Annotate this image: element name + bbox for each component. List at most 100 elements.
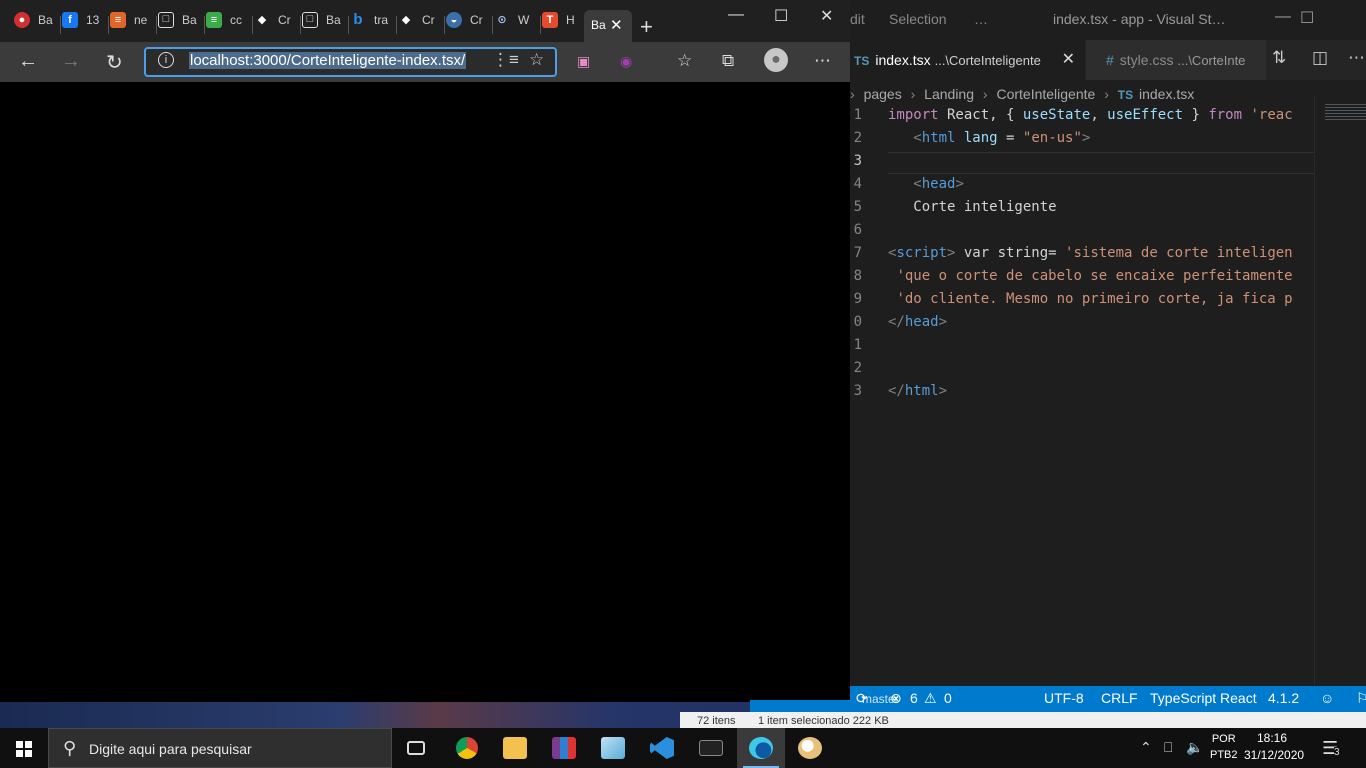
tab-index-tsx[interactable]: TS index.tsx ...\CorteInteligente ✕ (850, 40, 1085, 80)
language-mode[interactable]: TypeScript React (1150, 690, 1257, 706)
menu-more[interactable]: … (974, 11, 988, 27)
extension-icon[interactable]: ▣ (577, 53, 590, 70)
menu-selection[interactable]: Selection (889, 11, 947, 27)
browser-tab[interactable]: ◆ Cr (254, 12, 301, 42)
warning-icon[interactable]: ⚠ (924, 690, 937, 707)
minimize-icon[interactable]: — (1275, 8, 1291, 26)
encoding-label[interactable]: UTF-8 (1044, 690, 1084, 706)
typescript-icon: TS (854, 54, 870, 68)
collections-icon[interactable]: ⧉ (722, 51, 734, 71)
paint3d-app[interactable] (786, 728, 834, 768)
tab-style-css[interactable]: # style.css ...\CorteInte (1086, 40, 1266, 80)
editor-tabs: TS index.tsx ...\CorteInteligente ✕ # style… (850, 40, 1366, 80)
browser-tab[interactable]: □ Ba (158, 12, 205, 42)
star-icon[interactable]: ☆ (529, 50, 544, 70)
breadcrumb-pages[interactable]: pages (864, 86, 902, 102)
start-button[interactable] (0, 728, 48, 768)
winrar-app[interactable] (540, 728, 588, 768)
browser-tab[interactable]: b tra (350, 12, 397, 42)
more-actions-icon[interactable]: ⋯ (1348, 48, 1365, 68)
browser-tab[interactable]: ● Ba (14, 12, 61, 42)
split-editor-icon[interactable]: ◫ (1312, 48, 1328, 68)
browser-tab[interactable]: f 13 (62, 12, 109, 42)
minimap[interactable] (1314, 96, 1366, 686)
paint-app[interactable] (589, 728, 637, 768)
taskbar-search[interactable]: ⚲ Digite aqui para pesquisar (48, 728, 392, 768)
new-tab-button[interactable]: + (640, 14, 653, 40)
language-indicator[interactable]: POR PTB2 (1210, 731, 1238, 763)
page-icon: □ (302, 12, 318, 28)
network-icon[interactable]: ⎕ (1164, 739, 1172, 756)
eol-label[interactable]: CRLF (1101, 690, 1138, 706)
breadcrumb-file[interactable]: index.tsx (1139, 86, 1194, 102)
browser-tab[interactable]: ≡ ne (110, 12, 157, 42)
translate-icon[interactable]: ⋮≡ (492, 50, 519, 70)
chevron-right-icon: › (1104, 86, 1109, 102)
url-text[interactable]: localhost:3000/CorteInteligente-index.ts… (189, 52, 467, 69)
close-icon[interactable]: ✕ (820, 6, 833, 26)
browser-tab[interactable]: TH (542, 12, 582, 42)
compare-changes-icon[interactable]: ⇅ (1272, 48, 1286, 68)
menu-edit[interactable]: dit (850, 11, 865, 27)
browser-tab[interactable]: ◒ Cr (446, 12, 493, 42)
forward-arrow-icon[interactable]: → (61, 50, 81, 73)
t-icon: T (542, 12, 558, 28)
refresh-icon[interactable]: ↻ (106, 50, 123, 75)
folder-icon (503, 737, 527, 759)
page-icon: □ (158, 12, 174, 28)
maximize-icon[interactable]: ☐ (774, 6, 788, 26)
line-number: 1 (853, 107, 862, 123)
opera-icon: ● (14, 12, 30, 28)
page-viewport[interactable] (0, 82, 850, 702)
extension-icon[interactable]: ◉ (620, 53, 632, 70)
address-bar[interactable]: i localhost:3000/CorteInteligente-index.… (144, 47, 557, 77)
notification-button[interactable]: ☰ 3 (1322, 738, 1340, 759)
vscode-app[interactable] (638, 728, 686, 768)
chevron-up-icon[interactable]: ⌃ (1140, 739, 1152, 756)
close-tab-icon[interactable]: ✕ (1062, 40, 1075, 80)
typescript-version[interactable]: 4.1.2 (1268, 690, 1299, 706)
globe-icon: ◒ (446, 12, 462, 28)
browser-tab[interactable]: ◆ Cr (398, 12, 445, 42)
paint-icon (601, 737, 625, 759)
clock[interactable]: 18:16 31/12/2020 (1244, 730, 1304, 764)
code-editor[interactable]: 1 2 3 4 5 6 7 8 9 0 1 2 3 import React, … (850, 105, 1314, 685)
chevron-right-icon: › (850, 86, 855, 102)
tab-label: Ba (591, 18, 606, 32)
file-explorer-app[interactable] (491, 728, 539, 768)
warning-count[interactable]: 0 (944, 690, 952, 706)
back-arrow-icon[interactable]: ← (18, 50, 38, 73)
more-menu-icon[interactable]: ⋯ (814, 51, 831, 71)
vscode-window: dit Selection … index.tsx - app - Visual… (750, 0, 1366, 712)
breadcrumb-landing[interactable]: Landing (924, 86, 974, 102)
error-icon[interactable]: ⊗ (890, 690, 902, 707)
chrome-app[interactable] (443, 728, 491, 768)
volume-icon[interactable]: 🔈 (1186, 739, 1203, 756)
code-line-10: </head> (888, 314, 948, 330)
feedback-icon[interactable]: ☺ (1320, 690, 1334, 706)
browser-tab-active[interactable]: Ba ✕ (584, 10, 632, 42)
search-icon: ⚲ (63, 738, 77, 758)
broadcast-icon: ⊙ (497, 14, 507, 26)
bell-icon[interactable]: ⚐ (1356, 690, 1366, 707)
sync-icon[interactable]: ⟳ (856, 690, 868, 707)
info-icon[interactable]: i (158, 52, 174, 68)
maximize-icon[interactable]: ☐ (1300, 8, 1314, 28)
breadcrumb-corteinteligente[interactable]: CorteInteligente (996, 86, 1095, 102)
profile-icon[interactable]: ● (764, 48, 788, 72)
winrar-icon (552, 737, 576, 759)
favorites-icon[interactable]: ☆ (677, 51, 692, 71)
edge-app[interactable] (737, 728, 785, 768)
minimize-icon[interactable]: — (728, 6, 744, 24)
close-tab-icon[interactable]: ✕ (610, 16, 623, 34)
browser-tab[interactable]: □ Ba (302, 12, 349, 42)
terminal-app[interactable] (687, 728, 735, 768)
line-number: 3 (853, 153, 862, 169)
error-count[interactable]: 6 (910, 690, 918, 706)
task-view-button[interactable] (392, 728, 440, 768)
desktop: dit Selection … index.tsx - app - Visual… (0, 0, 1366, 768)
browser-tab[interactable]: ⊙ W (494, 12, 541, 42)
chrome-icon (456, 737, 478, 759)
browser-tab[interactable]: ≡ cc (206, 12, 253, 42)
selection-info: 1 item selecionado 222 KB (758, 715, 889, 727)
